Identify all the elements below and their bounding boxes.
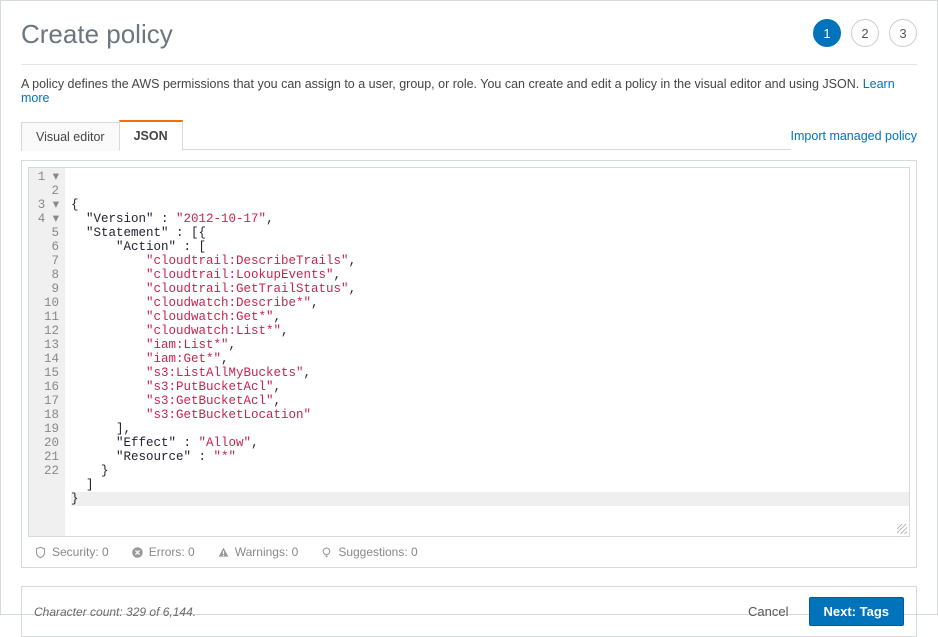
- cancel-button[interactable]: Cancel: [738, 598, 798, 625]
- step-1[interactable]: 1: [813, 19, 841, 47]
- line-number: 10: [33, 296, 59, 310]
- character-count: Character count: 329 of 6,144.: [34, 605, 196, 619]
- status-errors: Errors: 0: [131, 545, 195, 559]
- line-number: 4 ▾: [33, 212, 59, 226]
- code-line[interactable]: "cloudwatch:Describe*",: [71, 296, 909, 310]
- lightbulb-icon: [320, 546, 333, 559]
- code-line[interactable]: "Resource" : "*": [71, 450, 909, 464]
- status-warnings: Warnings: 0: [217, 545, 299, 559]
- status-warnings-text: Warnings: 0: [235, 545, 299, 559]
- code-line[interactable]: "Action" : [: [71, 240, 909, 254]
- tab-visual-editor[interactable]: Visual editor: [21, 122, 119, 151]
- line-number: 8: [33, 268, 59, 282]
- line-number: 6: [33, 240, 59, 254]
- line-number: 11: [33, 310, 59, 324]
- code-line[interactable]: "s3:PutBucketAcl",: [71, 380, 909, 394]
- line-number: 3 ▾: [33, 198, 59, 212]
- next-tags-button[interactable]: Next: Tags: [809, 597, 905, 626]
- code-line[interactable]: ]: [71, 478, 909, 492]
- line-number: 13: [33, 338, 59, 352]
- line-number: 12: [33, 324, 59, 338]
- code-line[interactable]: ],: [71, 422, 909, 436]
- tab-json[interactable]: JSON: [119, 120, 183, 151]
- status-bar: Security: 0 Errors: 0 Warnings: 0 Sugges…: [28, 537, 910, 561]
- line-number: 14: [33, 352, 59, 366]
- code-line[interactable]: }: [71, 464, 909, 478]
- line-number: 20: [33, 436, 59, 450]
- create-policy-page: Create policy 1 2 3 A policy defines the…: [0, 0, 938, 615]
- code-line[interactable]: "cloudtrail:LookupEvents",: [71, 268, 909, 282]
- code-line[interactable]: "cloudtrail:DescribeTrails",: [71, 254, 909, 268]
- code-line[interactable]: "cloudtrail:GetTrailStatus",: [71, 282, 909, 296]
- status-security: Security: 0: [34, 545, 109, 559]
- policy-description: A policy defines the AWS permissions tha…: [21, 77, 917, 105]
- editor-container: 1 ▾23 ▾4 ▾567891011121314151617181920212…: [21, 160, 917, 568]
- status-suggestions: Suggestions: 0: [320, 545, 417, 559]
- description-text: A policy defines the AWS permissions tha…: [21, 77, 863, 91]
- code-line[interactable]: "cloudwatch:List*",: [71, 324, 909, 338]
- tabs-row: Visual editor JSON Import managed policy: [21, 119, 917, 150]
- warning-icon: [217, 546, 230, 559]
- tab-spacer: [183, 149, 791, 150]
- code-line[interactable]: "iam:Get*",: [71, 352, 909, 366]
- code-line[interactable]: "Version" : "2012-10-17",: [71, 212, 909, 226]
- code-line[interactable]: "s3:ListAllMyBuckets",: [71, 366, 909, 380]
- line-number: 9: [33, 282, 59, 296]
- line-number: 1 ▾: [33, 170, 59, 184]
- line-number: 15: [33, 366, 59, 380]
- footer-actions: Cancel Next: Tags: [738, 597, 904, 626]
- line-number: 5: [33, 226, 59, 240]
- line-number: 7: [33, 254, 59, 268]
- footer-bar: Character count: 329 of 6,144. Cancel Ne…: [21, 586, 917, 637]
- error-icon: [131, 546, 144, 559]
- header: Create policy 1 2 3: [21, 19, 917, 65]
- resize-handle[interactable]: [897, 524, 907, 534]
- code-line[interactable]: "s3:GetBucketAcl",: [71, 394, 909, 408]
- line-number: 2: [33, 184, 59, 198]
- line-number: 17: [33, 394, 59, 408]
- page-title: Create policy: [21, 19, 173, 50]
- shield-icon: [34, 546, 47, 559]
- code-line[interactable]: "Effect" : "Allow",: [71, 436, 909, 450]
- step-2[interactable]: 2: [851, 19, 879, 47]
- code-line[interactable]: "cloudwatch:Get*",: [71, 310, 909, 324]
- status-errors-text: Errors: 0: [149, 545, 195, 559]
- status-security-text: Security: 0: [52, 545, 109, 559]
- line-number: 19: [33, 422, 59, 436]
- code-line[interactable]: "iam:List*",: [71, 338, 909, 352]
- code-line[interactable]: "Statement" : [{: [71, 226, 909, 240]
- code-line[interactable]: "s3:GetBucketLocation": [71, 408, 909, 422]
- line-number: 22: [33, 464, 59, 478]
- json-editor[interactable]: 1 ▾23 ▾4 ▾567891011121314151617181920212…: [28, 167, 910, 537]
- import-managed-policy-link[interactable]: Import managed policy: [791, 129, 917, 150]
- line-gutter: 1 ▾23 ▾4 ▾567891011121314151617181920212…: [29, 168, 65, 536]
- line-number: 18: [33, 408, 59, 422]
- code-line[interactable]: }: [71, 492, 909, 506]
- step-3[interactable]: 3: [889, 19, 917, 47]
- code-line[interactable]: {: [71, 198, 909, 212]
- line-number: 16: [33, 380, 59, 394]
- status-suggestions-text: Suggestions: 0: [338, 545, 417, 559]
- wizard-steps: 1 2 3: [813, 19, 917, 47]
- code-area[interactable]: { "Version" : "2012-10-17", "Statement" …: [65, 168, 909, 536]
- line-number: 21: [33, 450, 59, 464]
